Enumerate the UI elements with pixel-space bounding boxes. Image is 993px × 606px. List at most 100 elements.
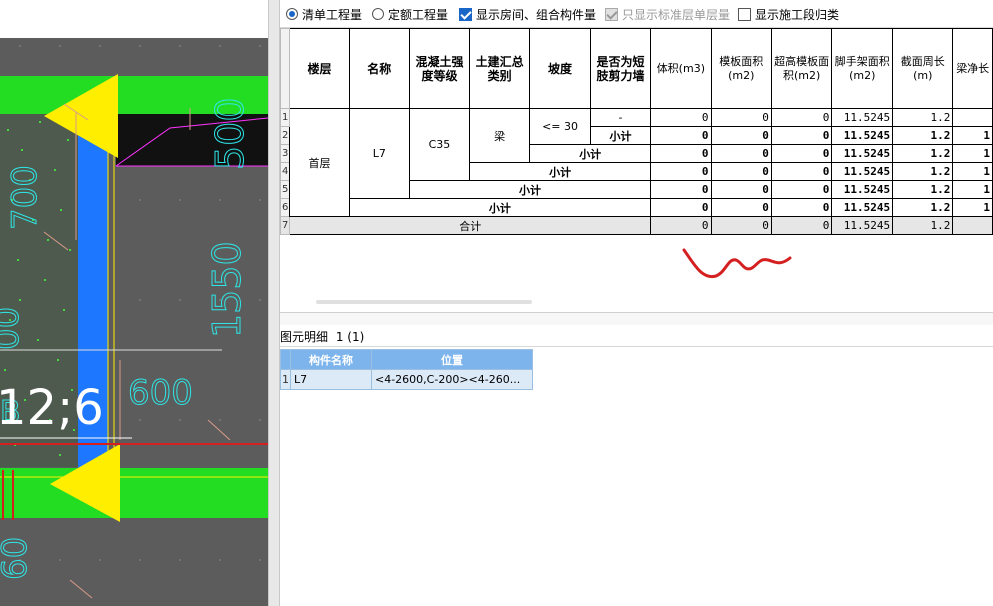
radio-dinge[interactable]: 定额工程量 [372,6,448,22]
cell-net-length[interactable]: 1 [952,126,993,145]
cell-formwork[interactable]: 0 [710,108,772,127]
cell-formwork[interactable]: 0 [710,162,772,181]
cell-scaffold[interactable]: 11.5245 [831,198,894,217]
cell-perimeter[interactable]: 1.2 [892,144,954,163]
cell-scaffold[interactable]: 11.5245 [831,162,894,181]
table-row[interactable]: 6 小计 0 0 0 11.5245 1.2 1 [280,198,993,217]
checkbox-show-room-box[interactable] [459,7,472,21]
panel-splitter[interactable] [268,0,280,606]
header-scaffold[interactable]: 脚手架面积(m2) [831,28,894,109]
cell-name[interactable]: L7 [348,108,410,199]
cell-volume[interactable]: 0 [650,144,712,163]
detail-divider [280,346,993,347]
pane-divider[interactable] [280,312,993,325]
cell-net-length[interactable]: 1 [952,198,993,217]
cell-over-formwork[interactable]: 0 [770,162,833,181]
header-floor[interactable]: 楼层 [289,28,350,109]
cell-volume[interactable]: 0 [650,162,712,181]
header-perimeter[interactable]: 截面周长(m) [892,28,954,109]
cad-drawing-view[interactable]: 700 500 1550 600 00 60 B 12;6 [0,0,268,606]
header-over-formwork[interactable]: 超高模板面积(m2) [770,28,833,109]
header-name[interactable]: 名称 [348,28,410,109]
cell-subtotal-label[interactable]: 小计 [469,162,652,181]
cell-perimeter[interactable]: 1.2 [892,216,954,235]
cell-perimeter[interactable]: 1.2 [892,108,954,127]
dim-label-60: 60 [0,537,35,580]
header-net-length[interactable]: 梁净长 [952,28,993,109]
checkbox-show-room[interactable]: 显示房间、组合构件量 [459,6,596,22]
quantity-table: 楼层 名称 混凝土强度等级 土建汇总类别 坡度 是否为短肢剪力墙 体积(m3) … [280,28,993,235]
cell-subtotal-label[interactable]: 小计 [408,180,652,199]
cell-over-formwork[interactable]: 0 [770,108,833,127]
cell-subtotal-label[interactable]: 小计 [529,144,652,163]
detail-cell-position[interactable]: <4-2600,C-200><4-260... [371,369,533,390]
cell-perimeter[interactable]: 1.2 [892,126,954,145]
cell-scaffold[interactable]: 11.5245 [831,108,894,127]
cell-over-formwork[interactable]: 0 [770,144,833,163]
cell-perimeter[interactable]: 1.2 [892,162,954,181]
horizontal-scrollbar[interactable] [316,300,532,304]
radio-dinge-indicator[interactable] [372,8,384,20]
checkbox-std-floor-box [605,7,618,21]
quantity-grid[interactable]: 楼层 名称 混凝土强度等级 土建汇总类别 坡度 是否为短肢剪力墙 体积(m3) … [280,28,993,244]
cell-perimeter[interactable]: 1.2 [892,180,954,199]
cell-formwork[interactable]: 0 [710,144,772,163]
radio-qingdan-label: 清单工程量 [302,7,363,22]
cell-subtotal-label[interactable]: 小计 [348,198,652,217]
cell-subtotal-label[interactable]: 小计 [589,126,652,145]
cell-volume[interactable]: 0 [650,126,712,145]
cell-scaffold[interactable]: 11.5245 [831,126,894,145]
cell-over-formwork[interactable]: 0 [770,180,833,199]
cell-floor[interactable]: 首层 [289,108,350,217]
cell-category[interactable]: 梁 [469,108,531,163]
cell-perimeter[interactable]: 1.2 [892,198,954,217]
cell-formwork[interactable]: 0 [710,216,772,235]
cell-slope[interactable]: <= 30 [529,108,591,145]
cell-volume[interactable]: 0 [650,180,712,199]
header-slope[interactable]: 坡度 [529,28,591,109]
cell-net-length[interactable]: 1 [952,180,993,199]
header-category[interactable]: 土建汇总类别 [469,28,531,109]
cell-over-formwork[interactable]: 0 [770,198,833,217]
cell-over-formwork[interactable]: 0 [770,216,833,235]
detail-row-number: 1 [280,369,291,390]
dim-label-00: 00 [0,307,27,350]
red-squiggle-annotation [682,248,792,279]
cell-over-formwork[interactable]: 0 [770,126,833,145]
cell-scaffold[interactable]: 11.5245 [831,180,894,199]
header-volume[interactable]: 体积(m3) [650,28,712,109]
cell-volume[interactable]: 0 [650,216,712,235]
table-row[interactable]: 1 首层 L7 C35 梁 <= 30 - 0 0 0 11.5245 1.2 [280,108,993,217]
row-number: 7 [280,216,291,235]
cell-formwork[interactable]: 0 [710,180,772,199]
cell-net-length[interactable] [952,108,993,127]
cell-net-length[interactable]: 1 [952,162,993,181]
detail-header-name[interactable]: 构件名称 [290,349,372,370]
detail-row[interactable]: 1 L7 <4-2600,C-200><4-260... [280,369,533,390]
detail-header-position[interactable]: 位置 [371,349,533,370]
checkbox-section[interactable]: 显示施工段归类 [738,6,839,22]
cad-canvas[interactable]: 700 500 1550 600 00 60 B 12;6 [0,0,268,606]
quantity-panel: 清单工程量 定额工程量 显示房间、组合构件量 只显示标准层单层量 显示施工段归类… [280,0,993,606]
cell-scaffold[interactable]: 11.5245 [831,216,894,235]
radio-qingdan-indicator[interactable] [286,8,298,20]
cell-net-length[interactable] [952,216,993,235]
cell-volume[interactable]: 0 [650,198,712,217]
header-formwork[interactable]: 模板面积(m2) [710,28,772,109]
cell-scaffold[interactable]: 11.5245 [831,144,894,163]
radio-qingdan[interactable]: 清单工程量 [286,6,362,22]
table-total-row[interactable]: 7 合计 0 0 0 11.5245 1.2 [280,216,993,235]
checkbox-section-box[interactable] [738,7,751,21]
cell-concrete[interactable]: C35 [408,108,471,181]
cell-net-length[interactable]: 1 [952,144,993,163]
header-concrete[interactable]: 混凝土强度等级 [408,28,471,109]
beam-bottom[interactable] [0,468,268,518]
cell-formwork[interactable]: 0 [710,198,772,217]
checkbox-section-label: 显示施工段归类 [755,7,840,22]
cell-volume[interactable]: 0 [650,108,712,127]
cell-shortwall[interactable]: - [589,108,652,127]
detail-cell-name[interactable]: L7 [290,369,372,390]
cell-formwork[interactable]: 0 [710,126,772,145]
cell-total-label[interactable]: 合计 [289,216,652,235]
header-shortwall[interactable]: 是否为短肢剪力墙 [589,28,652,109]
